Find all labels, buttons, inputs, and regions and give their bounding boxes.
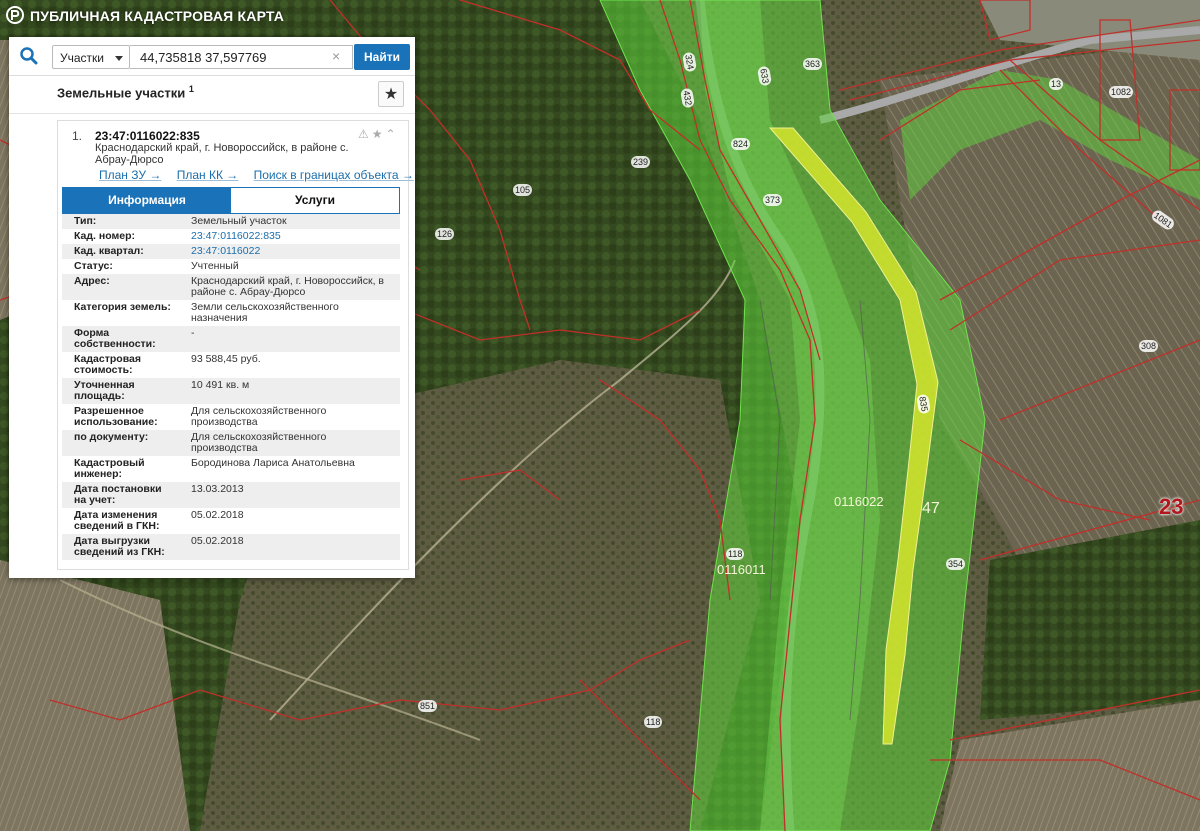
info-row: Кад. номер: 23:47:0116022:835 [62, 229, 400, 244]
district-label: 47 [922, 500, 940, 517]
parcel-links: План ЗУ → План КК → Поиск в границах объ… [99, 168, 426, 182]
info-key: Кадастровая стоимость: [74, 353, 141, 376]
info-row: Форма собственности: - [62, 326, 400, 352]
plan-kk-link[interactable]: План КК → [177, 168, 239, 182]
tab-information[interactable]: Информация [63, 188, 231, 213]
search-input[interactable] [130, 45, 353, 69]
star-icon[interactable]: ★ [372, 127, 386, 141]
info-value: 93 588,45 руб. [191, 353, 261, 365]
object-type-select[interactable]: Участки [52, 45, 130, 69]
info-row: по документу: Для сельскохозяйственного п… [62, 430, 400, 456]
info-row: Разрешенное использование: Для сельскохоз… [62, 404, 400, 430]
info-value: Земельный участок [191, 215, 287, 227]
search-row: Участки × Найти [9, 37, 415, 76]
top-bar: ПУБЛИЧНАЯ КАДАСТРОВАЯ КАРТА [0, 0, 1200, 32]
info-key: Категория земель: [74, 301, 171, 313]
info-value: 10 491 кв. м [191, 379, 250, 391]
parcel-label: 363 [803, 58, 823, 70]
chevron-down-icon [115, 56, 123, 61]
warning-icon[interactable]: ⚠ [358, 127, 372, 141]
card-actions: ⚠★⌃ [358, 127, 399, 141]
info-row: Кадастровая стоимость: 93 588,45 руб. [62, 352, 400, 378]
info-value: Земли сельскохозяйственного назначения [191, 301, 339, 324]
parcel-label: 13 [1049, 78, 1064, 90]
info-value: 05.02.2018 [191, 509, 244, 521]
info-key: Разрешенное использование: [74, 405, 158, 428]
star-icon: ★ [383, 86, 399, 103]
info-row: Тип: Земельный участок [62, 214, 400, 229]
parcel-label: 308 [1139, 340, 1159, 352]
info-key: Дата постановки на учет: [74, 483, 162, 506]
find-button[interactable]: Найти [354, 44, 410, 70]
parcel-label: 851 [418, 700, 438, 712]
results-title-text: Земельные участки [57, 85, 186, 101]
region-label: 23 [1159, 494, 1184, 519]
parcel-label: 126 [435, 228, 455, 240]
info-key: Кад. номер: [74, 230, 136, 242]
info-value: Для сельскохозяйственного производства [191, 405, 327, 428]
info-row: Кад. квартал: 23:47:0116022 [62, 244, 400, 259]
info-value: Учтенный [191, 260, 239, 272]
parcel-label: 373 [763, 194, 783, 206]
search-in-bounds-link[interactable]: Поиск в границах объекта → [254, 168, 414, 182]
info-value: 05.02.2018 [191, 535, 244, 547]
info-key: Дата выгрузки сведений из ГКН: [74, 535, 165, 558]
close-icon[interactable]: × [332, 48, 340, 64]
search-icon[interactable] [19, 46, 39, 66]
parcel-label: 239 [631, 156, 651, 168]
info-value: Для сельскохозяйственного производства [191, 431, 327, 454]
favorite-button[interactable]: ★ [378, 81, 404, 107]
info-row: Дата изменения сведений в ГКН: 05.02.2018 [62, 508, 400, 534]
info-key: Статус: [74, 260, 113, 272]
parcel-address: Краснодарский край, г. Новороссийск, в р… [95, 142, 349, 166]
info-row: Дата выгрузки сведений из ГКН: 05.02.2018 [62, 534, 400, 560]
results-title: Земельные участки 1 [57, 84, 194, 100]
parcel-label: 118 [726, 548, 745, 560]
tab-services[interactable]: Услуги [231, 188, 399, 213]
info-key: по документу: [74, 431, 149, 443]
info-row: Адрес: Краснодарский край, г. Новороссийс… [62, 274, 400, 300]
chevron-up-icon[interactable]: ⌃ [386, 127, 399, 141]
parcel-label: 118 [644, 716, 663, 728]
quarter-label: 0116022 [834, 494, 884, 509]
info-key: Кадастровый инженер: [74, 457, 145, 480]
info-value-link[interactable]: 23:47:0116022 [179, 244, 400, 259]
info-key: Уточненная площадь: [74, 379, 135, 402]
parcel-index: 1. [72, 129, 83, 143]
parcel-label: 354 [946, 558, 966, 570]
parcel-info-table: Тип: Земельный участок Кад. номер: 23:47:01… [62, 214, 400, 560]
app-title: ПУБЛИЧНАЯ КАДАСТРОВАЯ КАРТА [30, 8, 285, 24]
parcel-label: 105 [513, 184, 533, 196]
info-key: Форма собственности: [74, 327, 156, 350]
quarter-label: 0116011 [717, 562, 766, 577]
info-row: Статус: Учтенный [62, 259, 400, 274]
info-value: - [191, 327, 195, 339]
parcel-cadastral-number[interactable]: 23:47:0116022:835 [95, 129, 200, 143]
parcel-label: 824 [731, 138, 751, 150]
info-value: 13.03.2013 [191, 483, 244, 495]
info-key: Адрес: [74, 275, 110, 287]
parcel-tabs: Информация Услуги [62, 187, 400, 214]
logo-icon [6, 6, 24, 24]
info-row: Дата постановки на учет: 13.03.2013 [62, 482, 400, 508]
info-row: Категория земель: Земли сельскохозяйствен… [62, 300, 400, 326]
info-value-link[interactable]: 23:47:0116022:835 [179, 229, 400, 244]
info-row: Кадастровый инженер: Бородинова Лариса Ан… [62, 456, 400, 482]
info-value: Краснодарский край, г. Новороссийск, в р… [191, 275, 384, 298]
plan-zu-link[interactable]: План ЗУ → [99, 168, 161, 182]
parcel-label: 1082 [1109, 86, 1134, 98]
info-key: Дата изменения сведений в ГКН: [74, 509, 160, 532]
object-type-label: Участки [60, 51, 104, 65]
info-key: Кад. квартал: [74, 245, 144, 257]
info-key: Тип: [74, 215, 97, 227]
results-count: 1 [188, 84, 194, 94]
info-value: Бородинова Лариса Анатольевна [191, 457, 355, 469]
info-row: Уточненная площадь: 10 491 кв. м [62, 378, 400, 404]
